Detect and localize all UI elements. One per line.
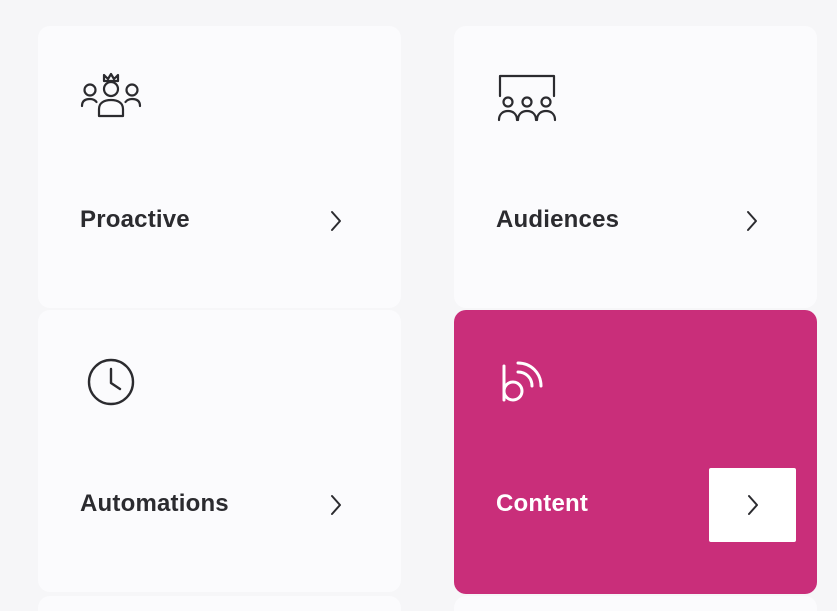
audience-board-icon [496,72,558,124]
card-partial [454,596,817,611]
card-label: Audiences [496,206,620,233]
card-proactive[interactable]: Proactive [38,26,401,308]
card-automations[interactable]: Automations [38,310,401,592]
card-content[interactable]: Content [454,310,817,594]
feature-grid: Proactive Audiences Automations Content [0,0,837,611]
card-partial [38,596,401,611]
clock-icon [80,356,142,408]
broadcast-b-icon [496,356,558,408]
chevron-right-icon [747,495,758,515]
chevron-right-icon[interactable] [324,206,348,236]
card-label: Automations [80,490,229,517]
chevron-right-icon[interactable] [324,490,348,520]
team-crown-icon [80,72,142,124]
card-label: Proactive [80,206,190,233]
card-label: Content [496,490,589,517]
card-audiences[interactable]: Audiences [454,26,817,308]
chevron-right-icon[interactable] [740,206,764,236]
chevron-button[interactable] [709,468,796,542]
